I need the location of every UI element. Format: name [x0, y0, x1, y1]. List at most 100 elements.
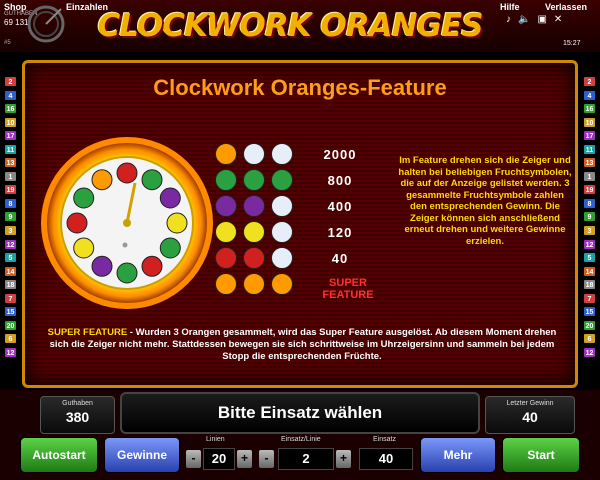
paytable-row: 400: [215, 195, 415, 219]
orange-symbol-icon: [215, 143, 237, 165]
paytable-row: 800: [215, 169, 415, 193]
bet-increase-button[interactable]: +: [336, 450, 351, 468]
payline-marker: 11: [4, 143, 17, 155]
payline-marker: 3: [4, 225, 17, 237]
paylines-right: 2 4 16 10 17 11 13 1 19 8 9 3 12 5 14 18 7 15 20 6 12: [583, 76, 597, 360]
paytable-row: 120: [215, 221, 415, 245]
super-feature-highlight: SUPER FEATURE: [47, 327, 128, 338]
blank-symbol-icon: [271, 221, 293, 243]
total-bet-label: Einsatz: [373, 436, 396, 443]
paytable-row: 40: [215, 247, 415, 271]
payline-marker: 19: [4, 184, 17, 196]
bet-per-line-label: Einsatz/Linie: [281, 436, 321, 443]
payline-marker: 12: [4, 346, 17, 358]
payline-marker: 4: [4, 89, 17, 101]
plum-wheel-icon: [159, 187, 181, 209]
balance-id: 69 131: [4, 18, 29, 27]
payline-marker: 16: [4, 103, 17, 115]
payline-marker: 6: [583, 333, 596, 345]
lemon-symbol-icon: [215, 221, 237, 243]
feature-description: Im Feature drehen sich die Zeiger und ha…: [398, 155, 572, 247]
payline-marker: 16: [583, 103, 596, 115]
payline-marker: 5: [4, 252, 17, 264]
more-button[interactable]: Mehr: [420, 437, 496, 473]
cherry-symbol-icon: [243, 247, 265, 269]
lines-decrease-button[interactable]: -: [186, 450, 201, 468]
payline-marker: 5: [583, 252, 596, 264]
close-icon[interactable]: ✕: [554, 14, 562, 25]
payline-marker: 1: [583, 170, 596, 182]
blank-symbol-icon: [243, 143, 265, 165]
music-icon[interactable]: ♪: [506, 14, 511, 25]
payline-marker: 7: [583, 292, 596, 304]
cherry-wheel-icon: [141, 255, 163, 277]
last-win-display: Letzter Gewinn 40: [485, 396, 575, 434]
payline-marker: 15: [583, 306, 596, 318]
last-win-value: 40: [522, 409, 538, 425]
status-message: Bitte Einsatz wählen: [120, 392, 480, 434]
wins-button[interactable]: Gewinne: [104, 437, 180, 473]
total-bet-value: 40: [359, 448, 413, 470]
top-bar: Shop GUTHABEN 69 131 #5 Einzahlen CLOCKW…: [0, 0, 600, 52]
payline-marker: 13: [4, 157, 17, 169]
payline-marker: 9: [583, 211, 596, 223]
payline-marker: 1: [4, 170, 17, 182]
melon-symbol-icon: [271, 169, 293, 191]
balance-display: Guthaben 380: [40, 396, 115, 434]
balance-value: 380: [65, 409, 90, 425]
payline-marker: 12: [4, 238, 17, 250]
paytable-value: 2000: [323, 147, 357, 162]
payline-marker: 18: [583, 279, 596, 291]
bet-per-line-value: 2: [278, 448, 334, 470]
autostart-button[interactable]: Autostart: [20, 437, 98, 473]
melon-wheel-icon: [141, 169, 163, 191]
melon-wheel-icon: [73, 187, 95, 209]
payline-marker: 12: [583, 238, 596, 250]
orange-symbol-icon: [215, 273, 237, 295]
lines-increase-button[interactable]: +: [237, 450, 252, 468]
clock-emblem-icon: [27, 5, 65, 43]
payline-marker: 9: [4, 211, 17, 223]
plum-symbol-icon: [243, 195, 265, 217]
help-link[interactable]: Hilfe: [500, 2, 520, 12]
payline-marker: 2: [4, 76, 17, 87]
payline-marker: 6: [4, 333, 17, 345]
payline-marker: 15: [4, 306, 17, 318]
lines-label: Linien: [206, 436, 225, 443]
blank-symbol-icon: [271, 247, 293, 269]
payline-marker: 20: [583, 319, 596, 331]
balance-label: Guthaben: [62, 400, 93, 407]
last-win-label: Letzter Gewinn: [506, 400, 554, 407]
payline-marker: 4: [583, 89, 596, 101]
payline-marker: 10: [4, 116, 17, 128]
cherry-symbol-icon: [215, 247, 237, 269]
bet-decrease-button[interactable]: -: [259, 450, 274, 468]
paytable-row: 2000: [215, 143, 415, 167]
paytable-value: 120: [327, 225, 353, 240]
clock-wheel: [41, 137, 213, 309]
plum-wheel-icon: [91, 255, 113, 277]
payline-marker: 17: [583, 130, 596, 142]
payline-marker: 11: [583, 143, 596, 155]
cherry-wheel-icon: [116, 162, 138, 184]
payline-marker: 8: [4, 197, 17, 209]
melon-symbol-icon: [215, 169, 237, 191]
payline-marker: 20: [4, 319, 17, 331]
session-number: #5: [4, 40, 11, 46]
payline-marker: 13: [583, 157, 596, 169]
fullscreen-icon[interactable]: ▣: [537, 14, 546, 25]
payline-marker: 2: [583, 76, 596, 87]
top-icons: ♪ 🔈 ▣ ✕: [506, 14, 562, 25]
game-logo: CLOCKWORK ORANGES: [80, 8, 500, 50]
lines-value: 20: [203, 448, 235, 470]
feature-info-panel: Clockwork Oranges-Feature 2000 800 400 120 4…: [22, 60, 578, 388]
payline-marker: 19: [583, 184, 596, 196]
melon-symbol-icon: [243, 169, 265, 191]
sound-icon[interactable]: 🔈: [518, 14, 530, 25]
exit-link[interactable]: Verlassen: [545, 2, 587, 12]
clock-time: 15:27: [563, 40, 581, 47]
super-feature-description: SUPER FEATURE - Wurden 3 Orangen gesamme…: [37, 327, 567, 363]
payline-marker: 8: [583, 197, 596, 209]
payline-marker: 3: [583, 225, 596, 237]
start-button[interactable]: Start: [502, 437, 580, 473]
